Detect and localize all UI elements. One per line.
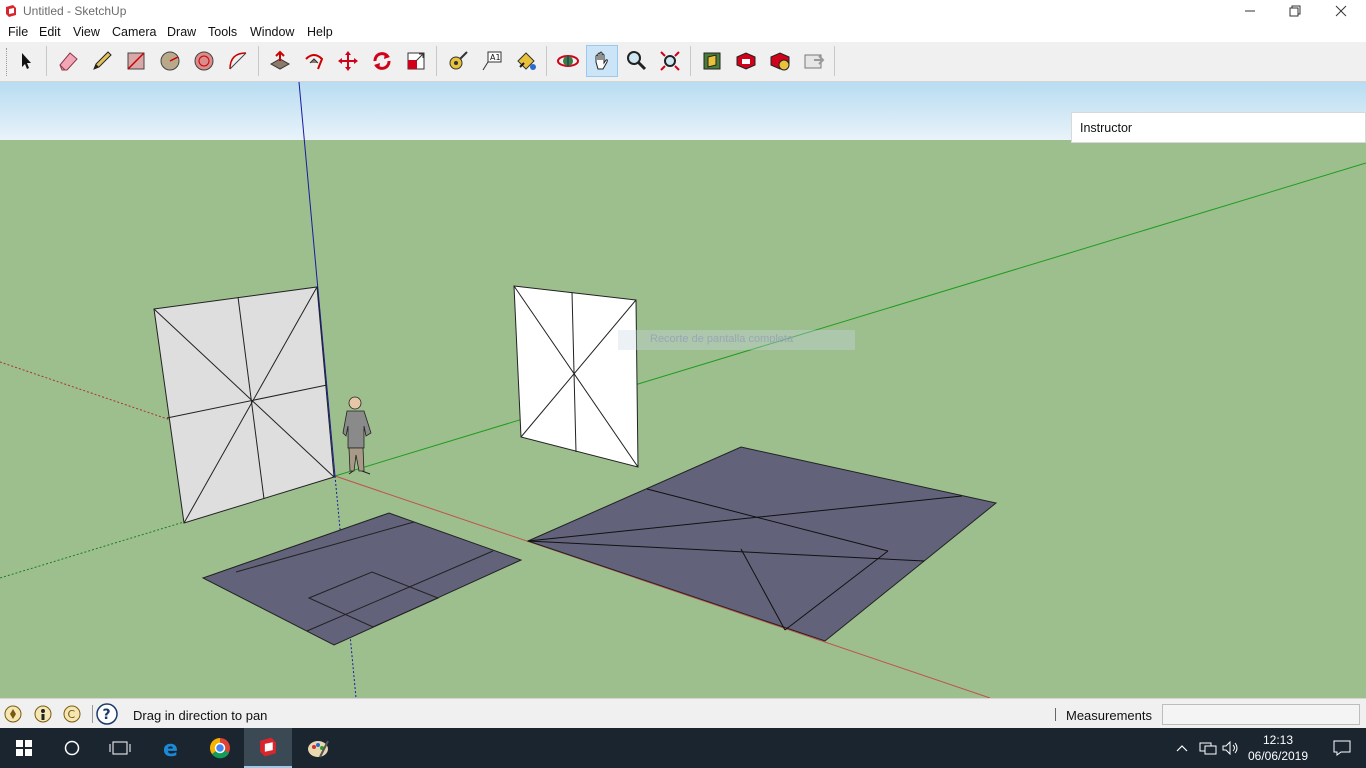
paint-bucket-icon[interactable]: [510, 45, 542, 77]
circle-icon[interactable]: [154, 45, 186, 77]
extension-manager-icon[interactable]: [764, 45, 796, 77]
paint-icon[interactable]: [294, 728, 342, 768]
title-bar: Untitled - SketchUp: [0, 0, 1366, 22]
menu-draw[interactable]: Draw: [167, 25, 196, 39]
menu-help[interactable]: Help: [307, 25, 333, 39]
action-center-icon[interactable]: [1318, 728, 1366, 768]
pan-icon[interactable]: [586, 45, 618, 77]
measurements-input[interactable]: [1162, 704, 1360, 725]
3d-warehouse-icon[interactable]: [696, 45, 728, 77]
wall-right: [513, 285, 639, 468]
toolbar-grip[interactable]: [6, 48, 9, 76]
large-tool-set-toolbar: A1: [0, 42, 1366, 82]
status-message: Drag in direction to pan: [133, 708, 268, 723]
arc-icon[interactable]: [222, 45, 254, 77]
eraser-icon[interactable]: [52, 45, 84, 77]
windows-start-icon[interactable]: [0, 728, 48, 768]
rotate-icon[interactable]: [366, 45, 398, 77]
rectangle-icon[interactable]: [120, 45, 152, 77]
window-title: Untitled - SketchUp: [23, 4, 127, 18]
select-icon[interactable]: [10, 45, 42, 77]
copyright-icon[interactable]: C: [63, 705, 81, 723]
drawing-viewport[interactable]: Recorte de pantalla completa: [0, 82, 1366, 698]
menu-view[interactable]: View: [73, 25, 100, 39]
clock-date: 06/06/2019: [1247, 749, 1309, 763]
close-button[interactable]: [1318, 0, 1364, 22]
sketchup-icon[interactable]: [244, 728, 292, 768]
orbit-icon[interactable]: [552, 45, 584, 77]
help-icon[interactable]: ?: [96, 703, 118, 725]
menu-tools[interactable]: Tools: [208, 25, 237, 39]
move-icon[interactable]: [332, 45, 364, 77]
snip-overlay-text: Recorte de pantalla completa: [650, 333, 794, 345]
task-view-icon[interactable]: [96, 728, 144, 768]
svg-text:A1: A1: [490, 53, 501, 62]
windows-taskbar: e 12:13 06/06/2019: [0, 728, 1366, 768]
measurements-label: Measurements: [1066, 708, 1152, 723]
clock-time: 12:13: [1262, 733, 1294, 747]
system-clock[interactable]: 12:13 06/06/2019: [1236, 732, 1320, 764]
push-pull-icon[interactable]: [264, 45, 296, 77]
instructor-panel[interactable]: Instructor: [1071, 112, 1366, 143]
text-icon[interactable]: A1: [476, 45, 508, 77]
svg-text:C: C: [68, 708, 76, 721]
chrome-icon[interactable]: [196, 728, 244, 768]
zoom-extents-icon[interactable]: [654, 45, 686, 77]
edge-icon[interactable]: e: [148, 728, 196, 768]
instructor-panel-title: Instructor: [1080, 121, 1133, 135]
search-icon[interactable]: [48, 728, 96, 768]
geolocation-icon[interactable]: [4, 705, 22, 723]
menu-camera[interactable]: Camera: [112, 25, 156, 39]
tape-measure-icon[interactable]: [442, 45, 474, 77]
show-hidden-icons-icon[interactable]: [1170, 728, 1194, 768]
send-to-layout-icon[interactable]: [798, 45, 830, 77]
scale-icon[interactable]: [400, 45, 432, 77]
menu-edit[interactable]: Edit: [39, 25, 61, 39]
credits-icon[interactable]: [34, 705, 52, 723]
minimize-button[interactable]: [1227, 0, 1273, 22]
extension-warehouse-icon[interactable]: [730, 45, 762, 77]
menu-bar: File Edit View Camera Draw Tools Window …: [0, 22, 1366, 42]
svg-text:?: ?: [103, 707, 111, 723]
zoom-icon[interactable]: [620, 45, 652, 77]
restore-button[interactable]: [1272, 0, 1318, 22]
sketchup-app-icon: [4, 4, 18, 23]
menu-file[interactable]: File: [8, 25, 28, 39]
network-icon[interactable]: [1196, 728, 1220, 768]
pencil-icon[interactable]: [86, 45, 118, 77]
follow-me-icon[interactable]: [298, 45, 330, 77]
svg-text:e: e: [163, 737, 178, 759]
status-bar: C ? Drag in direction to pan Measurement…: [0, 698, 1366, 728]
menu-window[interactable]: Window: [250, 25, 294, 39]
polygon-icon[interactable]: [188, 45, 220, 77]
